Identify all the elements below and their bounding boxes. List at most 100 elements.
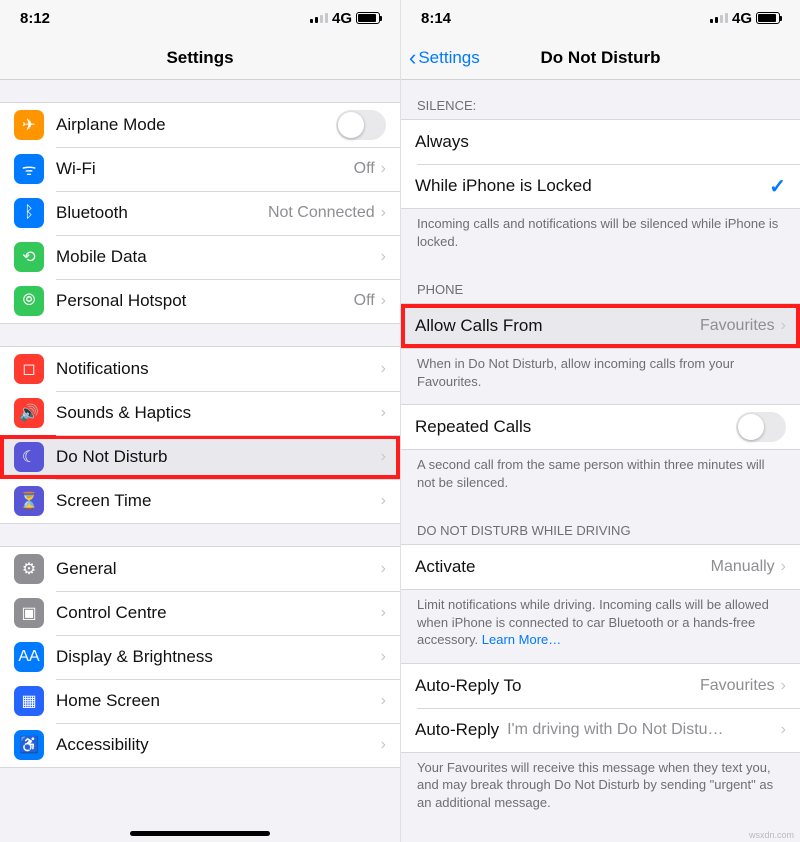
chevron-right-icon: › bbox=[381, 736, 386, 754]
dnd-icon: ☾ bbox=[14, 442, 44, 472]
allow-calls-from-row[interactable]: Allow Calls From Favourites › bbox=[401, 304, 800, 348]
display-icon: AA bbox=[14, 642, 44, 672]
back-button[interactable]: ‹ Settings bbox=[409, 47, 480, 69]
navbar: Settings bbox=[0, 36, 400, 80]
row-label: Notifications bbox=[56, 359, 381, 379]
chevron-right-icon: › bbox=[781, 558, 786, 576]
row-label: Display & Brightness bbox=[56, 647, 381, 667]
status-bar: 8:14 4G bbox=[401, 0, 800, 36]
silence-options: AlwaysWhile iPhone is Locked✓ bbox=[401, 119, 800, 209]
bluetooth-icon: ᛒ bbox=[14, 198, 44, 228]
row-label: Repeated Calls bbox=[415, 417, 736, 437]
repeated-calls-toggle[interactable] bbox=[736, 412, 786, 442]
page-title: Settings bbox=[166, 48, 233, 68]
row-label: Activate bbox=[415, 557, 711, 577]
chevron-right-icon: › bbox=[381, 448, 386, 466]
repeated-calls-row[interactable]: Repeated Calls bbox=[401, 405, 800, 449]
settings-row-display-brightness[interactable]: AA Display & Brightness› bbox=[0, 635, 400, 679]
learn-more-link[interactable]: Learn More… bbox=[482, 632, 561, 647]
row-label: Sounds & Haptics bbox=[56, 403, 381, 423]
settings-row-accessibility[interactable]: ♿ Accessibility› bbox=[0, 723, 400, 767]
chevron-right-icon: › bbox=[781, 721, 786, 739]
row-label: Bluetooth bbox=[56, 203, 268, 223]
settings-group-general: ⚙General›▣Control Centre›AADisplay & Bri… bbox=[0, 546, 400, 768]
row-value: Not Connected bbox=[268, 204, 375, 222]
row-value: Off bbox=[354, 292, 375, 310]
signal-icon bbox=[710, 13, 728, 23]
chevron-right-icon: › bbox=[381, 204, 386, 222]
row-label: Auto-Reply bbox=[415, 720, 499, 740]
network-label: 4G bbox=[332, 10, 352, 27]
row-label: General bbox=[56, 559, 381, 579]
settings-group-notifications: ◻ Notifications › 🔊Sounds & Haptics› ☾ Do Not… bbox=[0, 346, 400, 524]
row-label: Control Centre bbox=[56, 603, 381, 623]
repeated-calls-footnote: A second call from the same person withi… bbox=[401, 450, 800, 505]
row-label: Personal Hotspot bbox=[56, 291, 354, 311]
settings-group-connectivity: ✈Airplane ModeᯤWi-FiOff› ᛒ BluetoothNot Co… bbox=[0, 102, 400, 324]
activate-row[interactable]: Activate Manually › bbox=[401, 545, 800, 589]
settings-row-do-not-disturb[interactable]: ☾ Do Not Disturb› bbox=[0, 435, 400, 479]
chevron-right-icon: › bbox=[381, 692, 386, 710]
do-not-disturb-screen: 8:14 4G ‹ Settings Do Not Disturb SILENC… bbox=[400, 0, 800, 842]
silence-option-while-iphone-is-locked[interactable]: While iPhone is Locked✓ bbox=[401, 164, 800, 208]
chevron-right-icon: › bbox=[781, 677, 786, 695]
general-icon: ⚙ bbox=[14, 554, 44, 584]
silence-footnote: Incoming calls and notifications will be… bbox=[401, 209, 800, 264]
dnd-settings-list[interactable]: SILENCE: AlwaysWhile iPhone is Locked✓ I… bbox=[401, 80, 800, 826]
accessibility-icon: ♿ bbox=[14, 730, 44, 760]
settings-row-mobile-data[interactable]: ⟲Mobile Data› bbox=[0, 235, 400, 279]
chevron-right-icon: › bbox=[381, 160, 386, 178]
row-label: Accessibility bbox=[56, 735, 381, 755]
status-time: 8:14 bbox=[421, 10, 451, 27]
row-label: Allow Calls From bbox=[415, 316, 700, 336]
battery-icon bbox=[356, 12, 380, 24]
chevron-right-icon: › bbox=[781, 317, 786, 335]
checkmark-icon: ✓ bbox=[769, 174, 786, 199]
screentime-icon: ⏳ bbox=[14, 486, 44, 516]
airplane-icon: ✈ bbox=[14, 110, 44, 140]
mobile-data-icon: ⟲ bbox=[14, 242, 44, 272]
row-value: Favourites bbox=[700, 317, 775, 335]
navbar: ‹ Settings Do Not Disturb bbox=[401, 36, 800, 80]
auto-reply-row[interactable]: Auto-Reply I'm driving with Do Not Distu… bbox=[401, 708, 800, 752]
chevron-right-icon: › bbox=[381, 292, 386, 310]
status-bar: 8:12 4G bbox=[0, 0, 400, 36]
watermark: wsxdn.com bbox=[749, 830, 794, 840]
status-time: 8:12 bbox=[20, 10, 50, 27]
signal-icon bbox=[310, 13, 328, 23]
phone-header: PHONE bbox=[401, 264, 800, 303]
settings-row-bluetooth[interactable]: ᛒ BluetoothNot Connected › bbox=[0, 191, 400, 235]
settings-row-control-centre[interactable]: ▣Control Centre› bbox=[0, 591, 400, 635]
settings-row-notifications[interactable]: ◻Notifications› bbox=[0, 347, 400, 391]
battery-icon bbox=[756, 12, 780, 24]
row-value: Manually bbox=[711, 558, 775, 576]
auto-reply-to-row[interactable]: Auto-Reply To Favourites › bbox=[401, 664, 800, 708]
row-label: Screen Time bbox=[56, 491, 381, 511]
notifications-icon: ◻ bbox=[14, 354, 44, 384]
page-title: Do Not Disturb bbox=[541, 48, 661, 68]
toggle[interactable] bbox=[336, 110, 386, 140]
chevron-right-icon: › bbox=[381, 648, 386, 666]
chevron-left-icon: ‹ bbox=[409, 47, 416, 69]
row-label: While iPhone is Locked bbox=[415, 176, 769, 196]
network-label: 4G bbox=[732, 10, 752, 27]
row-label: Do Not Disturb bbox=[56, 447, 381, 467]
silence-option-always[interactable]: Always bbox=[401, 120, 800, 164]
driving-header: DO NOT DISTURB WHILE DRIVING bbox=[401, 505, 800, 544]
settings-row-wi-fi[interactable]: ᯤWi-FiOff› bbox=[0, 147, 400, 191]
chevron-right-icon: › bbox=[381, 492, 386, 510]
settings-row-personal-hotspot[interactable]: ⦾ Personal HotspotOff › bbox=[0, 279, 400, 323]
settings-root-screen: 8:12 4G Settings ✈Airplane ModeᯤWi-FiOff… bbox=[0, 0, 400, 842]
chevron-right-icon: › bbox=[381, 604, 386, 622]
settings-row-general[interactable]: ⚙General› bbox=[0, 547, 400, 591]
settings-row-screen-time[interactable]: ⏳ Screen Time› bbox=[0, 479, 400, 523]
home-indicator[interactable] bbox=[130, 831, 270, 836]
silence-header: SILENCE: bbox=[401, 80, 800, 119]
row-label: Wi-Fi bbox=[56, 159, 354, 179]
hotspot-icon: ⦾ bbox=[14, 286, 44, 316]
settings-row-home-screen[interactable]: ▦Home Screen› bbox=[0, 679, 400, 723]
settings-row-sounds-haptics[interactable]: 🔊Sounds & Haptics› bbox=[0, 391, 400, 435]
settings-row-airplane-mode[interactable]: ✈Airplane Mode bbox=[0, 103, 400, 147]
settings-list[interactable]: ✈Airplane ModeᯤWi-FiOff› ᛒ BluetoothNot Co… bbox=[0, 80, 400, 768]
row-label: Auto-Reply To bbox=[415, 676, 700, 696]
